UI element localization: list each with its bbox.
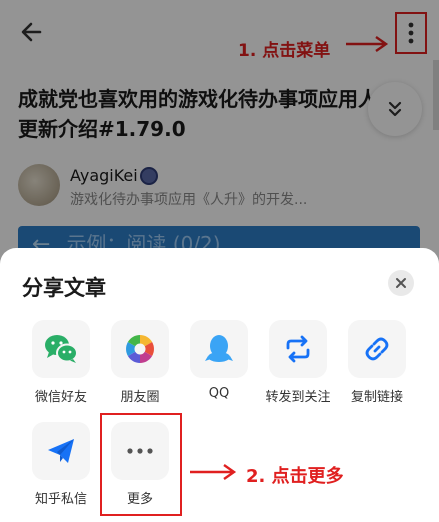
moments-tile[interactable]	[111, 320, 169, 378]
close-icon	[396, 278, 406, 288]
share-label: 朋友圈	[120, 390, 160, 405]
share-repost[interactable]: 转发到关注	[263, 320, 335, 410]
share-zhihu-message[interactable]: 知乎私信	[26, 422, 98, 512]
link-tile[interactable]	[348, 320, 406, 378]
share-sheet-title: 分享文章	[22, 276, 106, 300]
paper-plane-tile[interactable]	[32, 422, 90, 480]
wechat-tile[interactable]	[32, 320, 90, 378]
share-label: 微信好友	[34, 390, 87, 405]
qq-tile[interactable]	[190, 320, 248, 378]
repost-tile[interactable]	[269, 320, 327, 378]
share-label: 复制链接	[350, 390, 403, 405]
share-label: QQ	[208, 386, 230, 401]
paper-plane-icon	[48, 439, 74, 463]
share-qq[interactable]: QQ	[184, 320, 256, 410]
moments-icon	[126, 335, 154, 363]
link-icon	[365, 337, 389, 361]
share-copy-link[interactable]: 复制链接	[342, 320, 414, 410]
share-moments[interactable]: 朋友圈	[105, 320, 177, 410]
annotation-highlight-box	[100, 413, 182, 516]
repost-icon	[286, 335, 310, 363]
close-button[interactable]	[388, 270, 414, 296]
annotation-arrow-icon	[190, 464, 237, 480]
share-label: 转发到关注	[265, 390, 331, 405]
qq-icon	[205, 335, 233, 362]
share-wechat[interactable]: 微信好友	[26, 320, 98, 410]
share-label: 知乎私信	[34, 492, 87, 507]
wechat-icon	[45, 335, 78, 363]
annotation-step-2: 2. 点击更多	[246, 466, 344, 487]
